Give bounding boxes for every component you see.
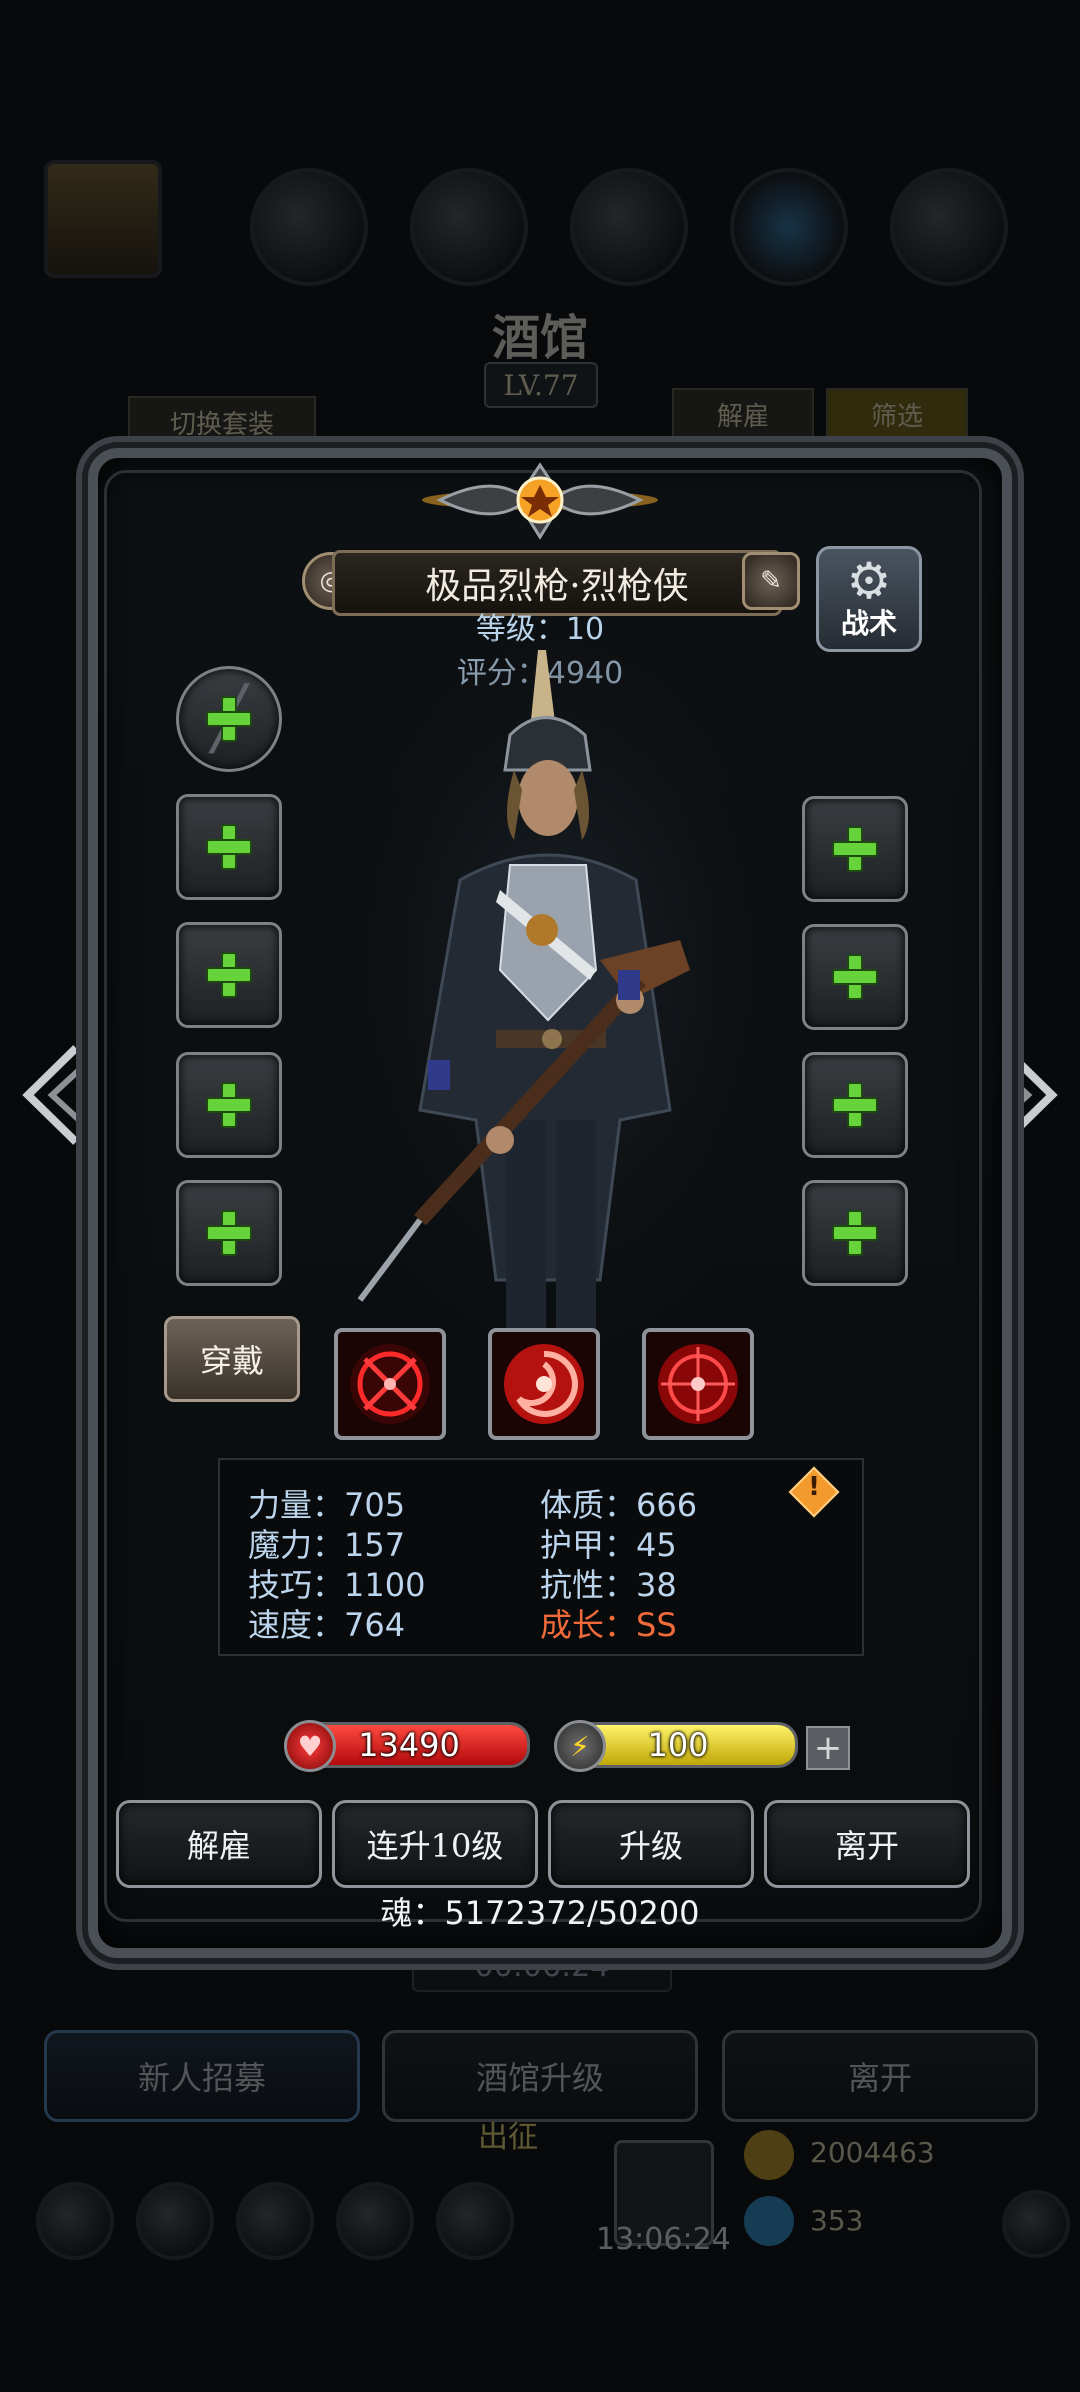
bg-level-badge: LV.77 (484, 362, 598, 408)
bg-upgrade-tavern-button: 酒馆升级 (382, 2030, 698, 2122)
chevron-left-icon (22, 1045, 93, 1145)
equip-slot-rune-1[interactable] (802, 1052, 908, 1158)
bg-menu-icon-5 (436, 2182, 514, 2260)
level-up-10-label: 连升10级 (366, 1827, 504, 1865)
bg-tab-icon-3 (570, 168, 688, 286)
bg-menu-icon-4 (336, 2182, 414, 2260)
bg-switch-outfit-button: 切换套装 (128, 396, 316, 448)
level-up-10-button[interactable]: 连升10级 (332, 1800, 538, 1888)
bg-add-icon (1002, 2190, 1070, 2258)
equip-slot-accessory-2[interactable] (176, 1180, 282, 1286)
upgrade-button[interactable]: 升级 (548, 1800, 754, 1888)
vortex-skill-icon (504, 1344, 584, 1424)
equip-slot-offhand[interactable] (176, 794, 282, 900)
leave-button[interactable]: 离开 (764, 1800, 970, 1888)
bg-filter-button: 筛选 (826, 388, 968, 440)
heart-icon: ♥ (284, 1720, 336, 1772)
bg-gem-icon (744, 2196, 794, 2246)
add-plus-icon (830, 1080, 880, 1130)
emblem-crest-icon (422, 462, 658, 540)
bg-menu-icon-3 (236, 2182, 314, 2260)
skill-slot-3[interactable] (642, 1328, 754, 1440)
add-plus-icon (204, 1080, 254, 1130)
add-plus-icon (204, 950, 254, 1000)
equip-slot-rune-2[interactable] (802, 1180, 908, 1286)
bg-gold-value: 2004463 (810, 2136, 935, 2169)
skill-slot-2[interactable] (488, 1328, 600, 1440)
bg-dismiss-button: 解雇 (672, 388, 814, 440)
bg-expedition-label: 出征 (478, 2120, 538, 2155)
equip-slot-ring[interactable] (802, 796, 908, 902)
bg-crown-icon (44, 160, 162, 278)
rename-button[interactable]: ✎ (742, 552, 800, 610)
stat-speed: 速度：764 (248, 1606, 406, 1644)
add-plus-icon (204, 822, 254, 872)
equip-slot-amulet[interactable] (802, 924, 908, 1030)
leave-label: 离开 (834, 1827, 899, 1865)
bg-tab-icon-2 (410, 168, 528, 286)
bg-tab-icon-4 (730, 168, 848, 286)
gear-icon: ⚙ (846, 552, 892, 610)
add-plus-icon (204, 694, 254, 744)
crosshair-skill-icon (350, 1344, 430, 1424)
bg-clock: 13:06:24 (596, 2222, 731, 2257)
stat-growth: 成长：SS (540, 1606, 677, 1644)
add-plus-icon (830, 952, 880, 1002)
previous-hero-arrow[interactable] (14, 1040, 94, 1150)
bg-menu-icon-2 (136, 2182, 214, 2260)
soul-counter: 魂：5172372/50200 (380, 1894, 700, 1932)
bg-tab-icon-1 (250, 168, 368, 286)
equip-slot-accessory-1[interactable] (176, 1052, 282, 1158)
bg-tab-icon-5 (890, 168, 1008, 286)
warning-icon: ! (808, 1472, 820, 1502)
lightning-icon: ⚡ (554, 1720, 606, 1772)
dismiss-label: 解雇 (186, 1827, 251, 1865)
add-plus-icon (830, 1208, 880, 1258)
upgrade-label: 升级 (618, 1827, 683, 1865)
dismiss-button[interactable]: 解雇 (116, 1800, 322, 1888)
equip-slot-armor[interactable] (176, 922, 282, 1028)
hero-name: 极品烈枪·烈枪侠 (425, 566, 689, 607)
bg-gem-value: 353 (810, 2204, 864, 2237)
bg-title: 酒馆 (491, 310, 588, 366)
target-skill-icon (658, 1344, 738, 1424)
wear-equipment-button[interactable]: 穿戴 (164, 1316, 300, 1402)
add-plus-icon (830, 824, 880, 874)
add-energy-button[interactable]: + (806, 1726, 850, 1770)
add-plus-icon (204, 1208, 254, 1258)
skill-slot-1[interactable] (334, 1328, 446, 1440)
edit-pencil-icon: ✎ (760, 566, 782, 596)
bg-gold-icon (744, 2130, 794, 2180)
bg-recruit-button: 新人招募 (44, 2030, 360, 2122)
wear-label: 穿戴 (199, 1342, 264, 1380)
equip-slot-weapon[interactable]: ╱ (176, 666, 282, 772)
bg-menu-icon-1 (36, 2182, 114, 2260)
bg-leave-button: 离开 (722, 2030, 1038, 2122)
